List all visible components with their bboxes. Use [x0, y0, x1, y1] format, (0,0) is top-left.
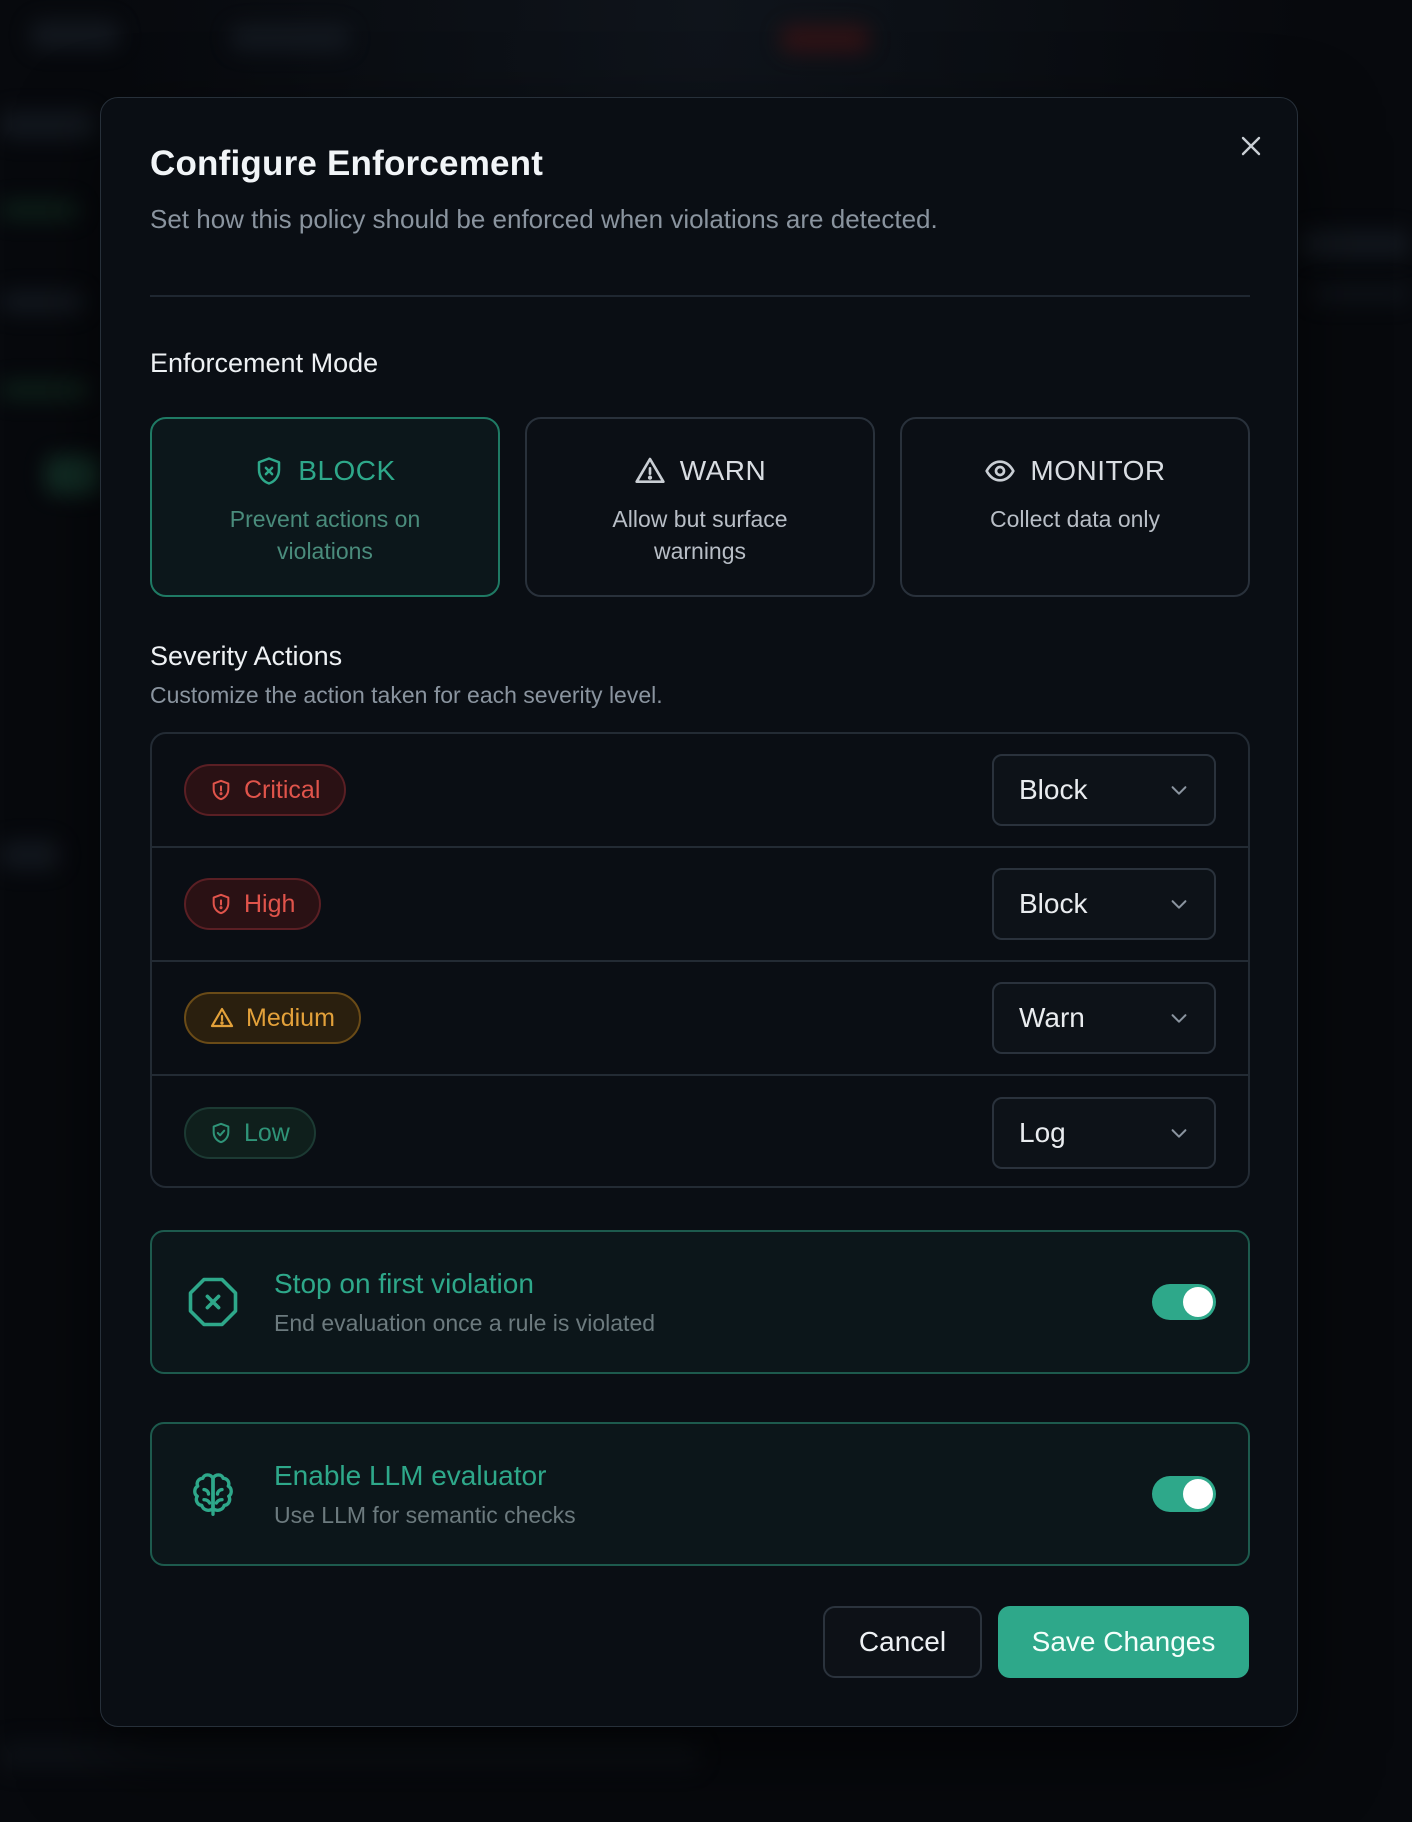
severity-action-select-medium[interactable]: Warn	[992, 982, 1216, 1054]
severity-actions-help: Customize the action taken for each seve…	[150, 682, 663, 708]
select-value: Block	[1019, 774, 1088, 805]
severity-action-select-high[interactable]: Block	[992, 868, 1216, 940]
mode-option-name: WARN	[679, 455, 767, 486]
shield-alert-icon	[212, 893, 230, 915]
toggle-title: Enable LLM evaluator	[274, 1459, 547, 1491]
chevron-down-icon	[1171, 786, 1187, 795]
octagon-x-icon	[188, 1277, 238, 1327]
close-button[interactable]	[1235, 130, 1267, 162]
severity-level-label: Critical	[244, 775, 321, 804]
chevron-down-icon	[1171, 900, 1187, 909]
shield-check-icon	[212, 1122, 230, 1144]
mode-option-name: MONITOR	[1030, 455, 1166, 486]
toggle-title: Stop on first violation	[274, 1267, 534, 1299]
chevron-down-icon	[1171, 1129, 1187, 1138]
close-icon	[1241, 136, 1261, 156]
backdrop-blur-shape	[0, 380, 90, 400]
severity-badge-medium: Medium	[184, 992, 361, 1044]
stop-on-first-violation-card: Stop on first violation End evaluation o…	[150, 1230, 1250, 1374]
backdrop-blur-shape	[1310, 285, 1410, 303]
enforcement-mode-options: BLOCK Prevent actions on violations WARN…	[150, 417, 1250, 597]
severity-badge-critical: Critical	[184, 764, 347, 816]
save-changes-button[interactable]: Save Changes	[998, 1606, 1249, 1678]
shield-x-icon	[258, 457, 281, 485]
header-divider	[150, 295, 1250, 297]
severity-level-label: High	[244, 889, 296, 918]
cancel-button[interactable]: Cancel	[823, 1606, 982, 1678]
severity-row-low: Low Log	[152, 1076, 1248, 1186]
backdrop-blur-shape	[45, 455, 100, 495]
severity-row-high: High Block	[152, 848, 1248, 962]
mode-option-block[interactable]: BLOCK Prevent actions on violations	[150, 417, 500, 597]
backdrop-blur-shape	[0, 1740, 700, 1770]
backdrop-blur-shape	[0, 200, 80, 220]
mode-option-warn[interactable]: WARN Allow but surface warnings	[525, 417, 875, 597]
select-value: Log	[1019, 1117, 1066, 1148]
modal-title: Configure Enforcement	[150, 144, 544, 183]
severity-action-select-critical[interactable]: Block	[992, 754, 1216, 826]
backdrop-blur-shape	[30, 20, 120, 50]
select-value: Block	[1019, 888, 1088, 919]
backdrop-blur-shape	[0, 290, 85, 314]
backdrop-blur-shape	[0, 840, 60, 870]
backdrop-blur-shape	[780, 25, 870, 53]
enable-llm-evaluator-card: Enable LLM evaluator Use LLM for semanti…	[150, 1422, 1250, 1566]
severity-row-critical: Critical Block	[152, 734, 1248, 848]
severity-badge-low: Low	[184, 1107, 316, 1159]
eye-icon	[985, 460, 1016, 482]
severity-level-label: Low	[244, 1118, 290, 1147]
select-value: Warn	[1019, 1002, 1085, 1033]
mode-option-description: Collect data only	[989, 506, 1161, 532]
severity-row-medium: Medium Warn	[152, 962, 1248, 1076]
severity-level-label: Medium	[246, 1003, 335, 1032]
enable-llm-evaluator-toggle[interactable]	[1152, 1476, 1216, 1512]
backdrop-blur-shape	[230, 25, 350, 51]
severity-badge-high: High	[184, 878, 322, 930]
severity-action-select-low[interactable]: Log	[992, 1097, 1216, 1169]
mode-option-monitor[interactable]: MONITOR Collect data only	[900, 417, 1250, 597]
chevron-down-icon	[1171, 1014, 1187, 1023]
backdrop-blur-shape	[0, 110, 95, 140]
mode-option-name: BLOCK	[298, 455, 396, 486]
toggle-description: Use LLM for semantic checks	[274, 1501, 576, 1528]
configure-enforcement-modal: Configure Enforcement Set how this polic…	[100, 97, 1298, 1727]
stop-on-first-violation-toggle[interactable]	[1152, 1284, 1216, 1320]
backdrop-blur-shape	[1300, 230, 1410, 258]
severity-actions-label: Severity Actions	[150, 641, 343, 671]
severity-actions-table: Critical Block High Block Medium Warn Lo…	[150, 732, 1250, 1188]
toggle-knob	[1183, 1479, 1213, 1509]
mode-option-description: Allow but surface warnings	[612, 506, 788, 564]
toggle-description: End evaluation once a rule is violated	[274, 1309, 656, 1336]
enforcement-mode-label: Enforcement Mode	[150, 348, 379, 378]
modal-subtitle: Set how this policy should be enforced w…	[150, 204, 938, 234]
toggle-knob	[1183, 1287, 1213, 1317]
mode-option-description: Prevent actions on violations	[229, 506, 421, 564]
warning-triangle-icon	[635, 457, 665, 483]
shield-alert-icon	[212, 779, 230, 801]
warning-triangle-icon	[210, 1007, 234, 1028]
brain-icon	[193, 1473, 233, 1516]
